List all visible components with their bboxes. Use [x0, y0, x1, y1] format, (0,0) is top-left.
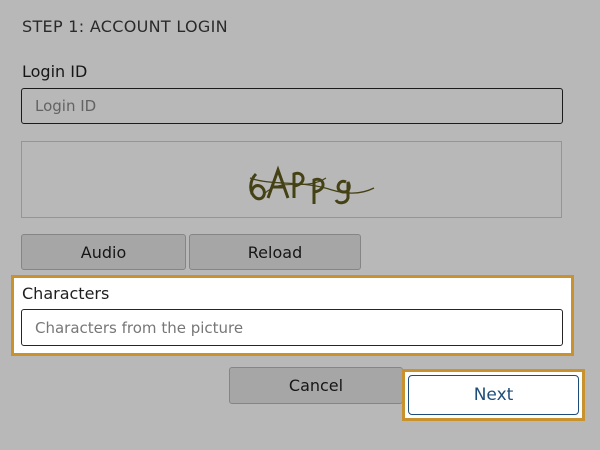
captcha-image: [21, 141, 562, 218]
reload-button[interactable]: Reload: [189, 234, 361, 270]
characters-section: Characters: [11, 275, 574, 356]
login-id-input[interactable]: [21, 88, 563, 124]
login-id-label: Login ID: [22, 62, 88, 81]
audio-button[interactable]: Audio: [21, 234, 186, 270]
next-button[interactable]: Next: [408, 375, 579, 415]
characters-input[interactable]: [21, 309, 563, 346]
characters-label: Characters: [22, 284, 110, 303]
cancel-button[interactable]: Cancel: [229, 367, 403, 404]
next-button-highlight: Next: [402, 369, 585, 421]
step-title: STEP 1: ACCOUNT LOGIN: [22, 17, 228, 36]
captcha-text-graphic: [249, 165, 375, 205]
